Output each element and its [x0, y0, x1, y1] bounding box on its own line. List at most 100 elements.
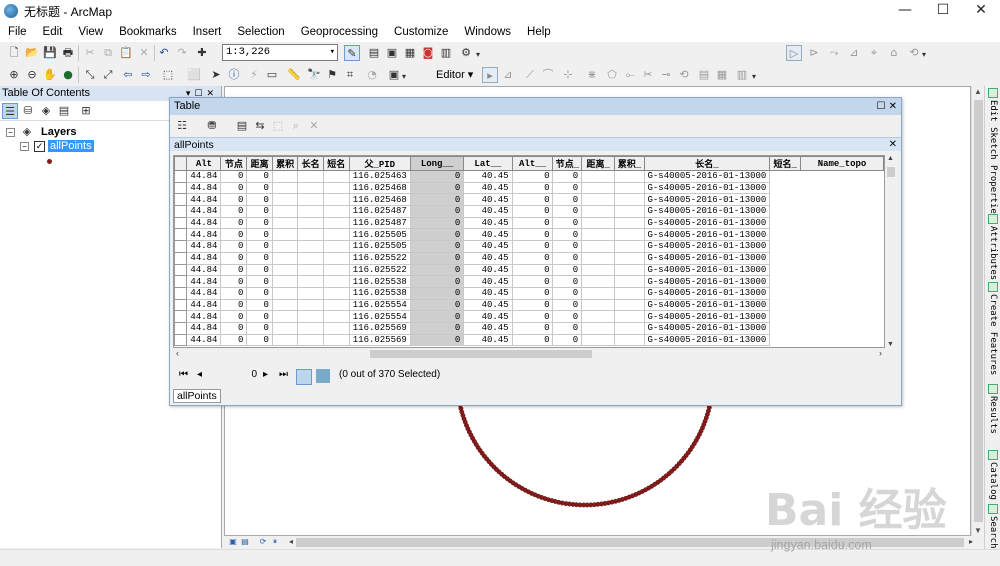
scroll-left-icon[interactable]: ◂: [286, 537, 296, 547]
forward-extent-icon[interactable]: ⇨: [138, 67, 154, 83]
table-window-controls[interactable]: ☐ ✕: [876, 98, 897, 115]
table-cell[interactable]: G-s40005-2016-01-13000: [643, 333, 771, 347]
scroll-down-icon[interactable]: ▼: [887, 341, 894, 348]
table-cell[interactable]: 0: [246, 275, 273, 288]
dock-tab-results[interactable]: Results: [986, 384, 1000, 434]
search-window-icon[interactable]: ▦: [402, 45, 418, 61]
table-cell[interactable]: 0: [220, 205, 248, 218]
table-row[interactable]: 44.84 0 0 116.025463 0 40.45 0 0 G-s40005-2016-0…: [174, 170, 884, 183]
table-cell[interactable]: [322, 170, 350, 183]
table-cell[interactable]: 0: [246, 228, 273, 242]
menu-edit[interactable]: Edit: [35, 26, 71, 38]
table-cell[interactable]: [581, 170, 616, 183]
find-route-icon[interactable]: ⚑: [324, 67, 340, 83]
table-cell[interactable]: 40.45: [463, 181, 513, 195]
hyperlink-icon[interactable]: ⚡: [246, 67, 262, 83]
table-cell[interactable]: 0: [220, 263, 248, 277]
table-cell[interactable]: [322, 321, 350, 335]
table-cell[interactable]: 0: [246, 216, 273, 230]
table-options-icon[interactable]: ☷: [174, 118, 190, 134]
table-cell[interactable]: [581, 193, 616, 207]
table-cell[interactable]: G-s40005-2016-01-13000: [643, 228, 771, 242]
layer-visibility-checkbox[interactable]: ✓: [34, 140, 45, 152]
column-header[interactable]: 距离_: [581, 156, 616, 171]
table-cell[interactable]: 0: [220, 228, 248, 242]
table-row[interactable]: 44.84 0 0 116.025468 0 40.45 0 0 G-s40005-2016-0…: [174, 181, 884, 195]
table-cell[interactable]: 40.45: [463, 286, 513, 300]
table-cell[interactable]: G-s40005-2016-01-13000: [643, 275, 771, 288]
table-row[interactable]: 44.84 0 0 116.025522 0 40.45 0 0 G-s40005-2016-0…: [174, 251, 884, 265]
table-cell[interactable]: 0: [246, 298, 273, 312]
full-extent-icon[interactable]: ●: [60, 67, 76, 83]
related-tables-icon[interactable]: ⛃: [204, 118, 220, 134]
menu-windows[interactable]: Windows: [456, 26, 519, 38]
table-cell[interactable]: 44.84: [186, 310, 222, 323]
table-cell[interactable]: 0: [246, 181, 273, 195]
cut-icon[interactable]: ✂: [82, 45, 98, 61]
menu-customize[interactable]: Customize: [386, 26, 456, 38]
row-selector[interactable]: [174, 228, 188, 242]
row-selector[interactable]: [174, 216, 188, 230]
table-cell[interactable]: [322, 298, 350, 312]
straight-segment-icon[interactable]: ⟋: [522, 67, 538, 83]
table-cell[interactable]: [297, 333, 324, 347]
toolbar-options-icon[interactable]: [402, 72, 408, 84]
toc-options-icon[interactable]: ⊞: [78, 103, 94, 119]
table-cell[interactable]: 0: [511, 263, 554, 277]
table-cell[interactable]: 40.45: [463, 228, 513, 242]
column-header[interactable]: 短名: [322, 156, 350, 171]
dock-tab-attributes[interactable]: Attributes: [986, 214, 1000, 280]
map-scale-input[interactable]: 1:3,226 ▾: [222, 44, 338, 61]
table-cell[interactable]: [614, 275, 645, 288]
table-horizontal-scrollbar[interactable]: ‹ ›: [173, 348, 885, 360]
layer-row-allpoints[interactable]: − ✓ allPoints: [20, 140, 94, 152]
table-cell[interactable]: [322, 193, 350, 207]
table-cell[interactable]: G-s40005-2016-01-13000: [643, 193, 771, 207]
column-header[interactable]: Alt: [186, 156, 222, 171]
table-cell[interactable]: 0: [511, 286, 554, 300]
first-record-icon[interactable]: ⏮: [179, 369, 188, 380]
fixed-zoom-out-icon[interactable]: ⤢: [100, 67, 116, 83]
collapse-icon[interactable]: −: [20, 141, 29, 151]
table-cell[interactable]: [271, 205, 299, 218]
table-cell[interactable]: 0: [552, 181, 583, 195]
table-cell[interactable]: 40.45: [463, 251, 513, 265]
reshape-icon[interactable]: ⌖: [866, 45, 882, 61]
edit-tool-icon[interactable]: ▸: [482, 67, 498, 83]
table-cell[interactable]: G-s40005-2016-01-13000: [643, 216, 771, 230]
table-cell[interactable]: 0: [409, 275, 465, 288]
table-cell[interactable]: 0: [246, 333, 273, 347]
scroll-left-icon[interactable]: ‹: [176, 348, 179, 358]
table-cell[interactable]: 40.45: [463, 275, 513, 288]
row-selector[interactable]: [174, 205, 188, 218]
undo-icon[interactable]: ↶: [156, 45, 172, 61]
identify-icon[interactable]: ⓘ: [226, 67, 242, 83]
table-cell[interactable]: 116.025468: [348, 181, 411, 195]
toolbar-options-icon[interactable]: [476, 50, 482, 62]
table-cell[interactable]: [271, 181, 299, 195]
table-cell[interactable]: 0: [220, 170, 248, 183]
table-cell[interactable]: 0: [220, 310, 248, 323]
row-selector[interactable]: [174, 333, 188, 347]
dock-tab-create-features[interactable]: Create Features: [986, 282, 1000, 375]
table-cell[interactable]: 0: [552, 263, 583, 277]
table-cell[interactable]: 0: [511, 216, 554, 230]
table-cell[interactable]: G-s40005-2016-01-13000: [643, 251, 771, 265]
table-cell[interactable]: 44.84: [186, 181, 222, 195]
table-cell[interactable]: 0: [552, 286, 583, 300]
table-cell[interactable]: G-s40005-2016-01-13000: [643, 263, 771, 277]
table-cell[interactable]: 0: [409, 310, 465, 323]
table-cell[interactable]: [271, 275, 299, 288]
table-cell[interactable]: 0: [246, 240, 273, 253]
add-data-icon[interactable]: ✚: [194, 45, 210, 61]
row-selector[interactable]: [174, 240, 188, 253]
map-horizontal-scrollbar[interactable]: ▣ ▤ ⟳ ⏸ ◂ ▸: [224, 536, 984, 549]
table-cell[interactable]: 0: [246, 170, 273, 183]
edit-vertices-icon[interactable]: ⊿: [846, 45, 862, 61]
table-cell[interactable]: G-s40005-2016-01-13000: [643, 298, 771, 312]
table-cell[interactable]: [581, 286, 616, 300]
table-cell[interactable]: [581, 310, 616, 323]
switch-selection-icon[interactable]: ⇆: [252, 118, 268, 134]
create-features-icon[interactable]: ▥: [734, 67, 750, 83]
row-selector[interactable]: [174, 298, 188, 312]
